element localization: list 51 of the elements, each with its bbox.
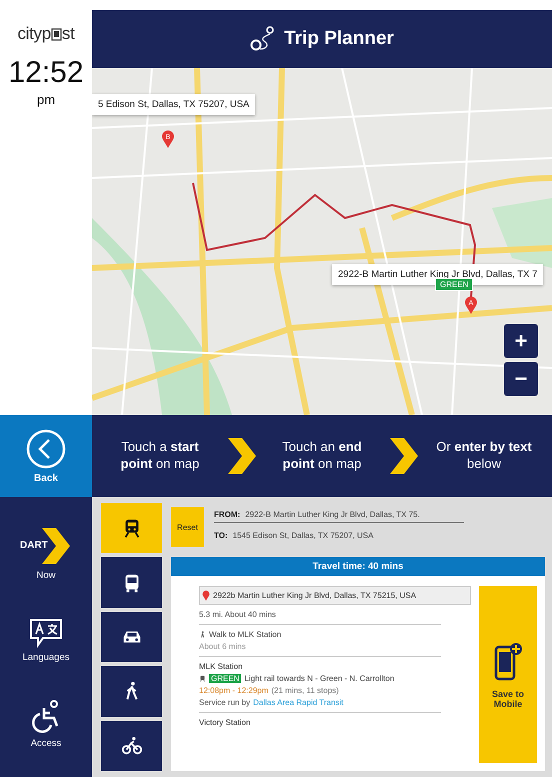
travel-mode-tab[interactable]: [101, 503, 162, 554]
service-label: Service run by: [199, 698, 250, 707]
step-title: Walk to MLK Station: [209, 630, 282, 639]
bicycle-icon: [120, 734, 142, 757]
nav-item[interactable]: Access: [28, 698, 64, 750]
from-field[interactable]: FROM: 2922-B Martin Luther King Jr Blvd, Dallas, TX 75.: [214, 510, 464, 523]
chevron-icon: [388, 438, 418, 474]
nav-item[interactable]: Languages: [20, 616, 72, 664]
nav-label: Now: [36, 570, 56, 580]
dart-logo: DART: [20, 526, 72, 566]
travel-mode-tab[interactable]: [101, 720, 162, 772]
travel-time-header: Travel time: 40 mins: [171, 557, 545, 576]
nav-label: Access: [30, 738, 62, 748]
station-name: MLK Station: [199, 662, 244, 671]
back-button[interactable]: Back: [0, 415, 92, 497]
step-title: Light rail towards N - Green - N. Carrollton: [244, 674, 394, 683]
start-address: 2922b Martin Luther King Jr Blvd, Dallas, TX 75215, USA: [199, 586, 471, 605]
instruction-text: Touch an end point on map: [281, 439, 363, 473]
station-name: Victory Station: [199, 718, 252, 727]
line-badge: GREEN: [435, 278, 474, 291]
walking-person-icon: [199, 630, 206, 639]
logo-text: st: [62, 24, 75, 44]
clock-time: 12:52: [8, 58, 84, 88]
instruction-text: Touch a start point on map: [120, 439, 200, 473]
logo-text: cityp: [17, 24, 51, 44]
trip-summary: 5.3 mi. About 40 mins: [199, 610, 277, 619]
train-icon: [199, 674, 206, 683]
page-title: Trip Planner: [284, 28, 394, 50]
travel-mode-tab[interactable]: [101, 612, 162, 662]
nav-item[interactable]: DART Now: [18, 524, 74, 582]
travel-mode-tab[interactable]: [101, 557, 162, 608]
zoom-in-button[interactable]: +: [504, 324, 538, 358]
clock-meridiem: pm: [36, 92, 56, 107]
phone-icon: [50, 28, 62, 40]
instruction-text: Or enter by text below: [435, 439, 533, 473]
line-badge: GREEN: [209, 674, 242, 683]
departure-times: 12:08pm - 12:29pm: [199, 686, 268, 695]
step-duration: About 6 mins: [199, 642, 247, 651]
translation-icon: [29, 618, 63, 648]
reset-button[interactable]: Reset: [171, 507, 204, 547]
nav-label: Languages: [22, 652, 70, 662]
phone-plus-icon: [493, 640, 523, 680]
to-field[interactable]: TO: 1545 Edison St, Dallas, TX 75207, USA: [214, 531, 464, 543]
save-to-mobile-button[interactable]: Save to Mobile: [479, 586, 537, 763]
chevron-icon: [226, 438, 256, 474]
route-pins-icon: [250, 25, 276, 53]
zoom-out-button[interactable]: −: [504, 362, 538, 396]
address-popup: 5 Edison St, Dallas, TX 75207, USA: [92, 94, 256, 115]
trip-duration: (21 mins, 11 stops): [271, 686, 339, 695]
map-pin-icon: [202, 590, 210, 601]
travel-mode-tab[interactable]: [101, 666, 162, 717]
